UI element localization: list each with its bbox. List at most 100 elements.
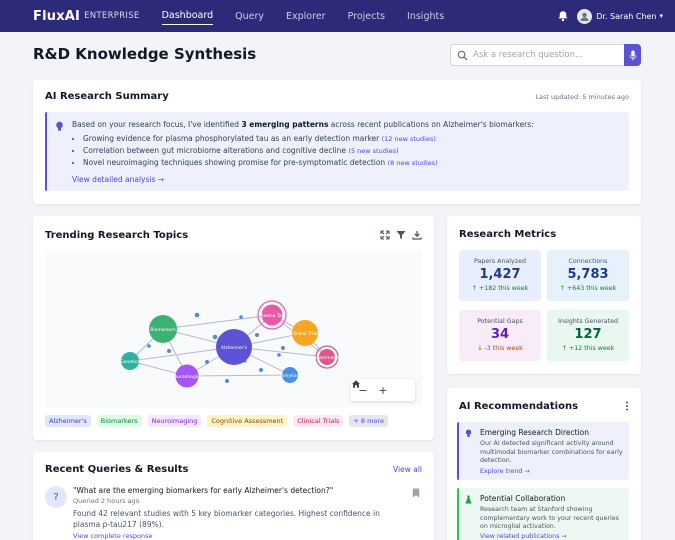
list-item: Novel neuroimaging techniques showing pr…: [83, 158, 438, 167]
tag-more[interactable]: + 8 more: [349, 415, 388, 427]
search-input[interactable]: [473, 50, 624, 60]
bulb-icon: [56, 121, 63, 131]
nav-insights[interactable]: Insights: [407, 8, 444, 25]
metric-change: ↑ +182 this week: [471, 285, 529, 292]
ai-recommendations-card: AI Recommendations Emerging Research Dir…: [447, 388, 641, 540]
graph-dot: [281, 346, 285, 350]
user-name[interactable]: Dr. Sarah Chen: [596, 12, 656, 21]
node-label: Inflammation: [312, 355, 342, 361]
queries-title: Recent Queries & Results: [45, 464, 189, 475]
zoom-in-button[interactable]: +: [373, 384, 393, 397]
metric-value: 34: [490, 327, 510, 342]
study-count[interactable]: (5 new studies): [348, 147, 398, 155]
more-options-icon[interactable]: [625, 401, 629, 411]
metric-value: 5,783: [567, 267, 609, 282]
trending-title: Trending Research Topics: [45, 230, 189, 241]
summary-title: AI Research Summary: [45, 91, 169, 102]
node-label: Genetics: [120, 359, 140, 365]
nav-projects[interactable]: Projects: [348, 8, 385, 25]
nav-explorer[interactable]: Explorer: [286, 8, 326, 25]
list-item: Growing evidence for plasma phosphorylat…: [83, 134, 438, 143]
bell-icon[interactable]: [557, 10, 569, 22]
tag-cognitive-assessment[interactable]: Cognitive Assessment: [207, 415, 288, 427]
question-icon: ?: [45, 486, 67, 508]
research-metrics-card: Research Metrics Papers Analyzed 1,427 ↑…: [447, 216, 641, 374]
user-area: Dr. Sarah Chen ▾: [557, 8, 663, 24]
graph-dot: [167, 349, 171, 353]
metrics-title: Research Metrics: [459, 229, 557, 240]
top-nav: FluxAI ENTERPRISE Dashboard Query Explor…: [0, 0, 675, 32]
recs-title: AI Recommendations: [459, 401, 579, 412]
node-label: Amyloid: [281, 373, 299, 379]
node-label: Biomarkers: [150, 327, 176, 333]
last-updated: Last updated: 5 minutes ago: [535, 93, 629, 101]
metric-connections: Connections 5,783 ↑ +643 this week: [547, 250, 629, 301]
related-publications-link[interactable]: View related publications →: [480, 533, 567, 540]
rec-research-direction[interactable]: Emerging Research Direction Our AI detec…: [457, 422, 629, 480]
graph-dot: [194, 312, 200, 318]
download-icon[interactable]: [412, 230, 422, 240]
search-bar: [450, 44, 641, 66]
topic-network-graph[interactable]: Alzheimer's Biomarkers Plasma Tau Clinic…: [45, 251, 422, 407]
rec-body: Research team at Stanford showing comple…: [480, 506, 619, 530]
metric-value: 1,427: [479, 267, 521, 282]
graph-dot: [259, 368, 263, 372]
list-item: Correlation between gut microbiome alter…: [83, 146, 438, 155]
view-response-link[interactable]: View complete response: [73, 532, 152, 540]
node-label: Plasma Tau: [259, 313, 284, 319]
home-icon: [352, 380, 360, 388]
avatar[interactable]: [577, 8, 593, 24]
metric-insights: Insights Generated 127 ↑ +12 this week: [547, 310, 629, 361]
microphone-icon: [629, 50, 636, 60]
view-all-link[interactable]: View all: [393, 465, 422, 474]
study-count[interactable]: (8 new studies): [388, 159, 438, 167]
user-icon: [580, 12, 589, 21]
insight-intro: Based on your research focus, I've ident…: [72, 120, 534, 129]
nav-query[interactable]: Query: [235, 8, 264, 25]
topic-tags: Alzheimer's Biomarkers Neuroimaging Cogn…: [45, 415, 394, 427]
brand-edition: ENTERPRISE: [84, 11, 140, 21]
metric-label: Insights Generated: [557, 318, 619, 325]
node-label: Neuroimaging: [171, 374, 203, 380]
trend-toolbar: [374, 230, 422, 240]
metric-gaps: Potential Gaps 34 ↓ -3 this week: [459, 310, 541, 361]
filter-icon[interactable]: [396, 230, 406, 240]
study-count[interactable]: (12 new studies): [382, 135, 436, 143]
bulb-icon: [465, 429, 472, 437]
voice-search-button[interactable]: [624, 44, 641, 66]
flask-icon: [465, 495, 472, 504]
tag-biomarkers[interactable]: Biomarkers: [96, 415, 142, 427]
view-analysis-link[interactable]: View detailed analysis →: [72, 175, 164, 184]
expand-icon[interactable]: [380, 230, 390, 240]
graph-edge: [162, 314, 273, 330]
intro-highlight: 3 emerging patterns: [241, 120, 329, 129]
metric-label: Connections: [568, 258, 608, 265]
query-question[interactable]: "What are the emerging biomarkers for ea…: [73, 486, 333, 495]
tag-alzheimers[interactable]: Alzheimer's: [45, 415, 91, 427]
rec-body: Our AI detected significant activity aro…: [480, 440, 623, 464]
tag-neuroimaging[interactable]: Neuroimaging: [147, 415, 202, 427]
search-icon: [457, 50, 468, 60]
metric-value: 127: [574, 327, 602, 342]
nav-dashboard[interactable]: Dashboard: [161, 7, 214, 25]
query-item[interactable]: ? "What are the emerging biomarkers for …: [45, 482, 422, 540]
graph-dot: [212, 334, 218, 340]
graph-dot: [225, 379, 229, 383]
explore-trend-link[interactable]: Explore trend →: [480, 468, 530, 475]
bookmark-icon[interactable]: [412, 488, 420, 498]
rec-collaboration[interactable]: Potential Collaboration Research team at…: [457, 488, 629, 540]
graph-dot: [147, 344, 151, 348]
insight-panel: Based on your research focus, I've ident…: [45, 112, 629, 191]
graph-dot: [255, 333, 259, 337]
node-label: Alzheimer's: [221, 345, 248, 351]
chevron-down-icon[interactable]: ▾: [659, 12, 663, 20]
brand-logo[interactable]: FluxAI: [33, 9, 80, 24]
metric-change: ↑ +12 this week: [561, 345, 615, 352]
tag-clinical-trials[interactable]: Clinical Trials: [293, 415, 344, 427]
insight-list: Growing evidence for plasma phosphorylat…: [83, 134, 438, 170]
query-time: Queried 2 hours ago: [73, 497, 140, 505]
rec-title: Emerging Research Direction: [480, 428, 590, 437]
zoom-controls: − +: [351, 379, 415, 401]
node-label: Clinical Trials: [290, 331, 320, 337]
recent-queries-card: Recent Queries & Results View all ? "Wha…: [33, 452, 434, 540]
